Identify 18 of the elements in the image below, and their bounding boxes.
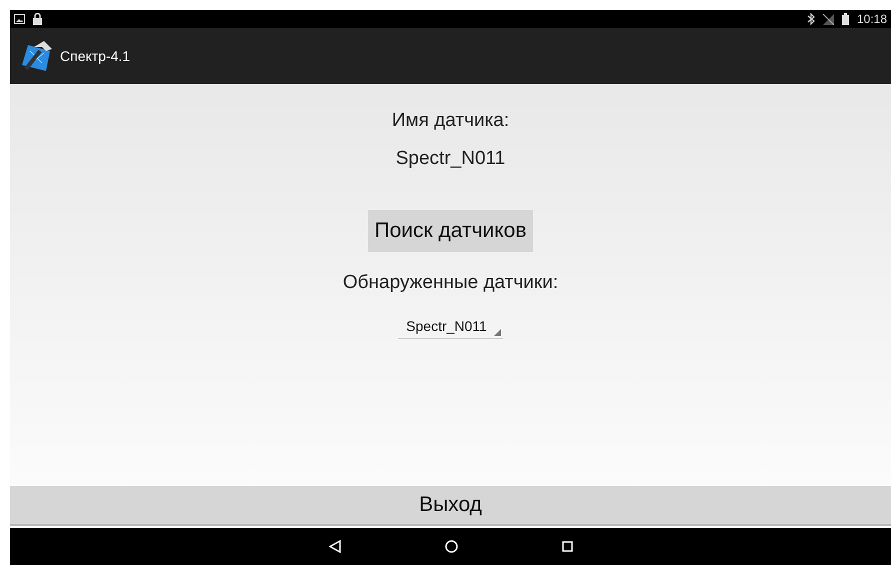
search-sensors-button[interactable]: Поиск датчиков: [368, 210, 533, 252]
app-title: Спектр-4.1: [60, 48, 130, 64]
battery-icon: [842, 13, 849, 25]
clock-time: 10:18: [856, 12, 887, 26]
lock-icon: [33, 13, 42, 25]
exit-button[interactable]: Выход: [10, 486, 891, 526]
image-icon: [14, 14, 25, 24]
hammer-blueprint-icon: [20, 39, 54, 73]
no-signal-icon: [822, 14, 834, 24]
bluetooth-icon: [806, 13, 815, 25]
recent-apps-icon[interactable]: [562, 541, 572, 552]
sensor-name-label: Имя датчика:: [392, 109, 510, 133]
caret-icon: [494, 329, 501, 336]
sensor-dropdown[interactable]: Spectr_N011: [398, 314, 503, 339]
found-sensors-label: Обнаруженные датчики:: [342, 271, 558, 295]
sensor-name: Spectr_N011: [396, 147, 506, 171]
home-icon[interactable]: [444, 540, 458, 553]
back-icon[interactable]: [328, 540, 340, 553]
